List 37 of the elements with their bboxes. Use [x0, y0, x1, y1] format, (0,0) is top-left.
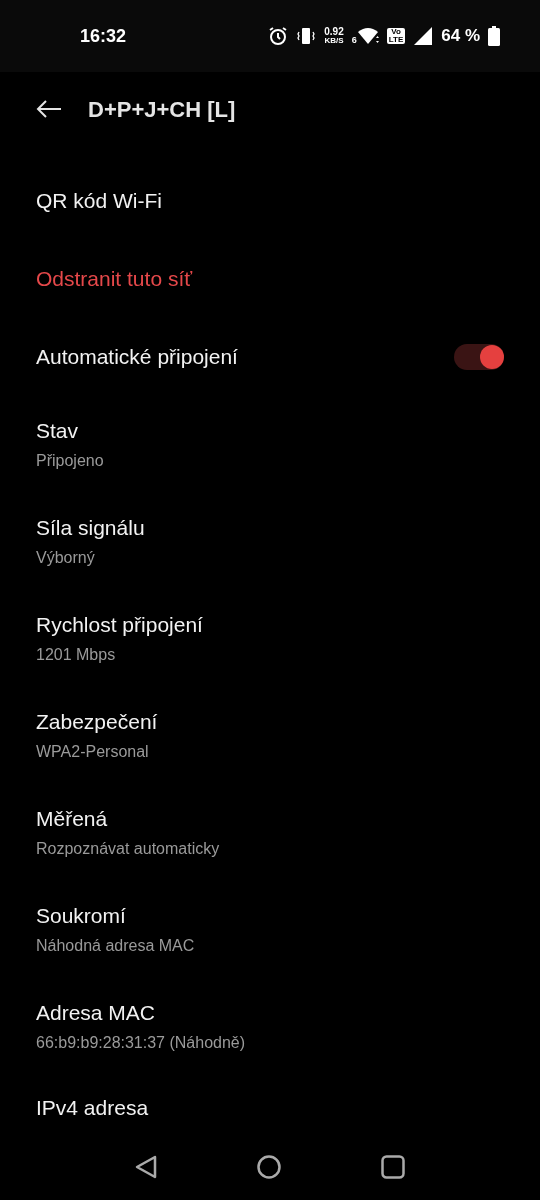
toggle-switch[interactable]	[454, 344, 504, 370]
setting-title: IPv4 adresa	[36, 1094, 150, 1121]
speed-unit: KB/S	[324, 37, 344, 45]
setting-title: Automatické připojení	[36, 344, 238, 371]
signal-icon	[413, 26, 434, 46]
setting-title: Měřená	[36, 806, 109, 833]
battery-percent: 64 %	[441, 25, 480, 48]
page-title: D+P+J+CH [L]	[88, 95, 236, 124]
volte-top: Vo	[391, 28, 401, 36]
home-nav-icon[interactable]	[257, 1155, 281, 1179]
recents-nav-icon[interactable]	[381, 1155, 405, 1179]
setting-value: Připojeno	[36, 450, 105, 471]
clock: 16:32	[80, 24, 127, 48]
setting-title: Stav	[36, 418, 80, 445]
setting-value: Rozpoznávat automaticky	[36, 838, 221, 859]
setting-title: Adresa MAC	[36, 1000, 157, 1027]
wifi-band-label: 6	[351, 36, 357, 45]
back-nav-icon[interactable]	[135, 1155, 157, 1179]
setting-title: Síla signálu	[36, 515, 146, 542]
volte-bottom: LTE	[388, 36, 404, 44]
speed-value: 0.92	[324, 27, 344, 37]
setting-value: 1201 Mbps	[36, 644, 117, 665]
setting-value: WPA2-Personal	[36, 741, 150, 762]
wifi-icon	[356, 27, 379, 45]
setting-title: Zabezpečení	[36, 709, 159, 736]
alarm-icon	[268, 26, 289, 46]
setting-value: Náhodná adresa MAC	[36, 935, 196, 956]
back-arrow-icon[interactable]	[36, 99, 62, 119]
setting-title: Soukromí	[36, 903, 127, 930]
setting-title: Rychlost připojení	[36, 612, 204, 639]
setting-value: 66:b9:b9:28:31:37 (Náhodně)	[36, 1032, 247, 1053]
toggle-row[interactable]: Automatické připojení	[0, 318, 540, 396]
setting-value: Výborný	[36, 547, 96, 568]
vibrate-icon	[296, 26, 317, 46]
setting-link[interactable]: QR kód Wi-Fi	[36, 185, 162, 217]
setting-link[interactable]: Odstranit tuto síť	[36, 263, 193, 295]
battery-icon	[488, 26, 500, 46]
